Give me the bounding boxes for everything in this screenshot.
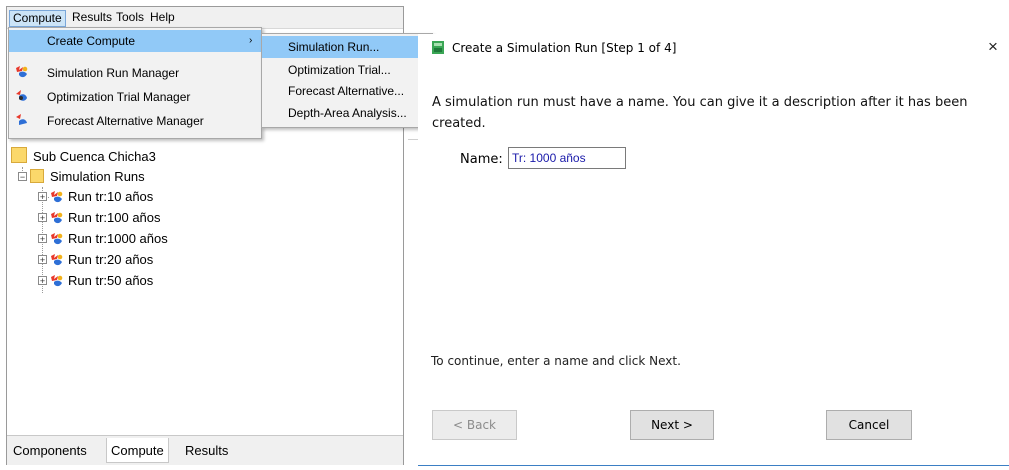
expand-icon[interactable]: + bbox=[38, 234, 47, 244]
simulation-run-icon bbox=[51, 254, 63, 266]
optimization-trial-icon bbox=[16, 90, 27, 101]
simulation-run-icon bbox=[16, 66, 28, 78]
submenu-item-optimization-trial[interactable]: Optimization Trial... bbox=[262, 59, 432, 81]
tree-run-label: Run tr:50 años bbox=[68, 273, 154, 288]
tree-root-item[interactable]: Sub Cuenca Chicha3 bbox=[11, 147, 156, 167]
menu-bar: Compute Results Tools Help bbox=[7, 7, 403, 29]
submenu-item-forecast-alternative[interactable]: Forecast Alternative... bbox=[262, 80, 432, 102]
submenu-item-depth-area-analysis[interactable]: Depth-Area Analysis... bbox=[262, 102, 432, 124]
explorer-tabs: Components Compute Results bbox=[7, 435, 403, 465]
menu-item-forecast-alternative-manager[interactable]: Forecast Alternative Manager bbox=[9, 110, 261, 132]
description-line: created. bbox=[432, 116, 486, 131]
submenu-item-simulation-run[interactable]: Simulation Run... bbox=[262, 36, 432, 58]
menu-results[interactable]: Results bbox=[69, 10, 115, 25]
tree-run-label: Run tr:10 años bbox=[68, 189, 154, 204]
tree-root-label: Sub Cuenca Chicha3 bbox=[33, 149, 156, 164]
simulation-run-icon bbox=[51, 233, 63, 245]
dialog-title: Create a Simulation Run [Step 1 of 4] bbox=[452, 41, 677, 55]
menu-item-optimization-trial-manager[interactable]: Optimization Trial Manager bbox=[9, 86, 261, 108]
tree-run-label: Run tr:1000 años bbox=[68, 231, 168, 246]
menu-compute[interactable]: Compute bbox=[9, 10, 66, 27]
tree-run-item[interactable]: + Run tr:100 años bbox=[38, 208, 161, 228]
create-simulation-run-dialog: Create a Simulation Run [Step 1 of 4] × … bbox=[418, 34, 1009, 466]
watershed-explorer-tree: Sub Cuenca Chicha3 − Simulation Runs + Run… bbox=[7, 147, 403, 437]
folder-icon bbox=[30, 169, 44, 183]
name-label: Name: bbox=[460, 152, 503, 167]
tree-run-label: Run tr:100 años bbox=[68, 210, 161, 225]
compute-dropdown-menu: Create Compute › Simulation Run Manager … bbox=[8, 27, 262, 139]
menu-item-simulation-run-manager[interactable]: Simulation Run Manager bbox=[9, 62, 261, 84]
divider bbox=[408, 139, 418, 140]
tree-run-item[interactable]: + Run tr:1000 años bbox=[38, 229, 168, 249]
expand-icon[interactable]: + bbox=[38, 192, 47, 202]
submenu-arrow-icon: › bbox=[249, 35, 253, 46]
tree-folder-simulation-runs[interactable]: − Simulation Runs bbox=[18, 167, 145, 187]
back-button[interactable]: < Back bbox=[432, 410, 517, 440]
expand-icon[interactable]: + bbox=[38, 255, 47, 265]
simulation-run-icon bbox=[51, 191, 63, 203]
tree-run-label: Run tr:20 años bbox=[68, 252, 154, 267]
tree-folder-label: Simulation Runs bbox=[50, 169, 145, 184]
description-line: A simulation run must have a name. You c… bbox=[432, 95, 968, 110]
instruction-text: To continue, enter a name and click Next… bbox=[431, 354, 681, 368]
tree-run-item[interactable]: + Run tr:10 años bbox=[38, 187, 153, 207]
menu-item-create-compute[interactable]: Create Compute › bbox=[9, 30, 261, 52]
next-button[interactable]: Next > bbox=[630, 410, 714, 440]
dialog-bottom-border bbox=[418, 465, 1009, 466]
expand-icon[interactable]: + bbox=[38, 276, 47, 286]
tab-components[interactable]: Components bbox=[9, 440, 91, 461]
expand-icon[interactable]: + bbox=[38, 213, 47, 223]
tree-run-item[interactable]: + Run tr:20 años bbox=[38, 250, 153, 270]
cancel-button[interactable]: Cancel bbox=[826, 410, 912, 440]
tab-results[interactable]: Results bbox=[181, 440, 232, 461]
hec-hms-app-icon bbox=[432, 41, 444, 54]
dialog-description: A simulation run must have a name. You c… bbox=[432, 92, 992, 134]
simulation-run-icon bbox=[51, 212, 63, 224]
menu-tools[interactable]: Tools bbox=[113, 10, 147, 25]
folder-icon bbox=[11, 147, 27, 163]
tab-compute[interactable]: Compute bbox=[106, 438, 169, 463]
create-compute-submenu: Simulation Run... Optimization Trial... … bbox=[261, 33, 433, 128]
close-icon[interactable]: × bbox=[988, 38, 998, 56]
forecast-alternative-icon bbox=[16, 114, 27, 125]
name-field[interactable] bbox=[508, 147, 626, 169]
collapse-icon[interactable]: − bbox=[18, 172, 27, 182]
menu-help[interactable]: Help bbox=[147, 10, 178, 25]
simulation-run-icon bbox=[51, 275, 63, 287]
tree-run-item[interactable]: + Run tr:50 años bbox=[38, 271, 153, 291]
